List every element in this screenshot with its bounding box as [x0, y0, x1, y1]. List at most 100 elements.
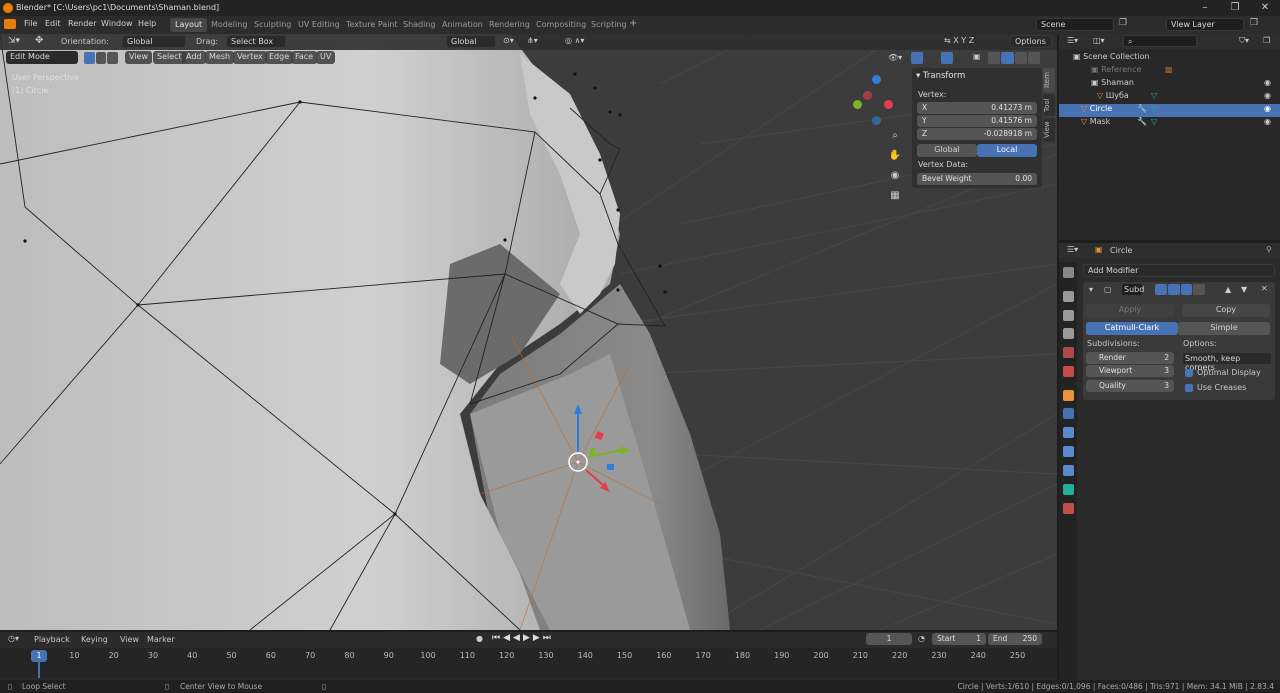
- menu-render[interactable]: Render: [68, 19, 96, 28]
- menu-playback[interactable]: Playback: [34, 635, 70, 644]
- neg-x-axis-icon[interactable]: [863, 91, 872, 100]
- local-toggle[interactable]: Local: [977, 144, 1037, 157]
- start-frame-field[interactable]: Start 1: [932, 633, 986, 645]
- physics-tab-icon[interactable]: [1063, 446, 1074, 457]
- apply-button[interactable]: Apply: [1086, 304, 1174, 317]
- filter-icon[interactable]: ⛉▾: [1239, 36, 1249, 46]
- menu-timeline-view[interactable]: View: [120, 635, 139, 644]
- orientation-dropdown[interactable]: Global: [122, 35, 186, 48]
- eye-icon[interactable]: ◉: [1264, 104, 1271, 113]
- render-display-icon[interactable]: [1180, 284, 1193, 295]
- drag-dropdown[interactable]: Select Box: [226, 35, 286, 48]
- viewport-levels-field[interactable]: Viewport 3: [1086, 365, 1174, 377]
- object-tab-icon[interactable]: [1063, 390, 1074, 401]
- transform-panel-title[interactable]: ▾ Transform: [916, 71, 965, 81]
- tab-scripting[interactable]: Scripting: [586, 18, 632, 32]
- preview-range-icon[interactable]: ◔: [918, 634, 925, 643]
- uv-smooth-dropdown[interactable]: Smooth, keep corners: [1182, 352, 1272, 372]
- mirror-axes-icon[interactable]: ⇆ X Y Z: [944, 36, 974, 45]
- eye-icon[interactable]: ◉: [1264, 117, 1271, 126]
- wireframe-shading-icon[interactable]: [988, 52, 1001, 64]
- camera-icon[interactable]: ◉: [887, 168, 903, 184]
- menu-keying[interactable]: Keying: [81, 635, 108, 644]
- add-workspace-icon[interactable]: +: [629, 18, 637, 29]
- list-item[interactable]: ▣ Reference ▩: [1059, 65, 1280, 78]
- y-axis-icon[interactable]: [853, 100, 862, 109]
- tab-modeling[interactable]: Modeling: [206, 18, 252, 32]
- outliner-search-input[interactable]: ⌕: [1123, 35, 1197, 47]
- menu-add[interactable]: Add: [182, 51, 206, 64]
- timeline-editor-icon[interactable]: ◷▾: [8, 634, 19, 643]
- tab-item[interactable]: Item: [1043, 68, 1055, 92]
- mode-dropdown[interactable]: Edit Mode: [6, 51, 78, 64]
- particles-tab-icon[interactable]: [1063, 427, 1074, 438]
- vertex-select-icon[interactable]: [84, 52, 95, 64]
- edge-select-icon[interactable]: [95, 52, 107, 64]
- z-axis-icon[interactable]: [872, 75, 881, 84]
- tab-compositing[interactable]: Compositing: [531, 18, 591, 32]
- menu-window[interactable]: Window: [101, 19, 133, 28]
- tab-tool[interactable]: Tool: [1043, 94, 1055, 116]
- quality-field[interactable]: Quality 3: [1086, 380, 1174, 392]
- pan-hand-icon[interactable]: ✋: [887, 148, 903, 164]
- record-icon[interactable]: ●: [476, 634, 483, 643]
- modifiers-tab-icon[interactable]: [1063, 408, 1074, 419]
- menu-select[interactable]: Select: [153, 51, 186, 64]
- grid-icon[interactable]: ▦: [887, 188, 903, 204]
- transform-tool-icon[interactable]: ✥: [35, 35, 43, 46]
- global-toggle[interactable]: Global: [917, 144, 977, 157]
- properties-editor-icon[interactable]: ☰▾: [1067, 245, 1078, 254]
- catmull-clark-toggle[interactable]: Catmull-Clark: [1086, 322, 1178, 335]
- new-scene-icon[interactable]: ❐: [1119, 18, 1127, 28]
- solid-shading-icon[interactable]: [1001, 52, 1014, 64]
- zoom-icon[interactable]: ⌕: [887, 128, 903, 144]
- move-up-icon[interactable]: ▲: [1225, 285, 1231, 294]
- tab-sculpting[interactable]: Sculpting: [249, 18, 296, 32]
- add-modifier-dropdown[interactable]: Add Modifier: [1083, 264, 1275, 277]
- options-dropdown[interactable]: Options: [1010, 35, 1052, 48]
- maximize-icon[interactable]: ❐: [1220, 0, 1250, 16]
- move-down-icon[interactable]: ▼: [1241, 285, 1247, 294]
- snap-icon[interactable]: ⋔▾: [527, 36, 538, 45]
- list-item[interactable]: ▣ Scene Collection: [1059, 52, 1280, 65]
- timeline-area[interactable]: 1 10 20 30 40 50 60 70 80 90 100 110 120 130 140 150 160…: [0, 648, 1057, 678]
- menu-help[interactable]: Help: [138, 19, 156, 28]
- current-frame-field[interactable]: 1: [866, 633, 912, 645]
- gizmo-toggle-icon[interactable]: [911, 52, 923, 64]
- list-item[interactable]: ▣ Shaman ◉: [1059, 78, 1280, 91]
- blender-menu-icon[interactable]: [4, 19, 16, 29]
- render-tab-icon[interactable]: [1063, 291, 1074, 302]
- rendered-shading-icon[interactable]: [1027, 52, 1040, 64]
- list-item[interactable]: ▽ Шуба ▽ ◉: [1059, 91, 1280, 104]
- pivot-icon[interactable]: ⊙▾: [503, 36, 514, 45]
- output-tab-icon[interactable]: [1063, 310, 1074, 321]
- menu-face[interactable]: Face: [291, 51, 318, 64]
- list-item[interactable]: ▽ Mask 🔧 ▽ ◉: [1059, 117, 1280, 130]
- menu-file[interactable]: File: [24, 19, 37, 28]
- menu-view[interactable]: View: [125, 51, 152, 64]
- eye-icon[interactable]: ◉: [1264, 78, 1271, 87]
- view-layer-tab-icon[interactable]: [1063, 328, 1074, 339]
- transform-orientation-dropdown[interactable]: Global: [446, 35, 496, 48]
- tab-texture-paint[interactable]: Texture Paint: [341, 18, 403, 32]
- minimize-icon[interactable]: –: [1190, 0, 1220, 16]
- simple-toggle[interactable]: Simple: [1178, 322, 1270, 335]
- vertex-x-field[interactable]: X 0.41273 m: [917, 102, 1037, 114]
- menu-edge[interactable]: Edge: [265, 51, 294, 64]
- copy-button[interactable]: Copy: [1182, 304, 1270, 317]
- material-shading-icon[interactable]: [1014, 52, 1027, 64]
- playback-controls-icon[interactable]: ⏮◀◀▶▶⏭: [492, 633, 554, 643]
- visibility-icon[interactable]: 👁▾: [888, 53, 902, 62]
- tool-tab-icon[interactable]: [1063, 267, 1074, 278]
- scene-selector[interactable]: Scene: [1036, 18, 1114, 31]
- xray-icon[interactable]: ▣: [973, 52, 981, 61]
- modifier-name-input[interactable]: Subd: [1121, 283, 1144, 296]
- menu-vertex[interactable]: Vertex: [233, 51, 267, 64]
- world-tab-icon[interactable]: [1063, 366, 1074, 377]
- material-tab-icon[interactable]: [1063, 503, 1074, 514]
- bevel-weight-field[interactable]: Bevel Weight 0.00: [917, 173, 1037, 185]
- viewport-display-icon[interactable]: [1167, 284, 1180, 295]
- tab-view[interactable]: View: [1043, 118, 1055, 142]
- menu-uv[interactable]: UV: [316, 51, 336, 64]
- new-collection-icon[interactable]: ❐: [1263, 36, 1270, 45]
